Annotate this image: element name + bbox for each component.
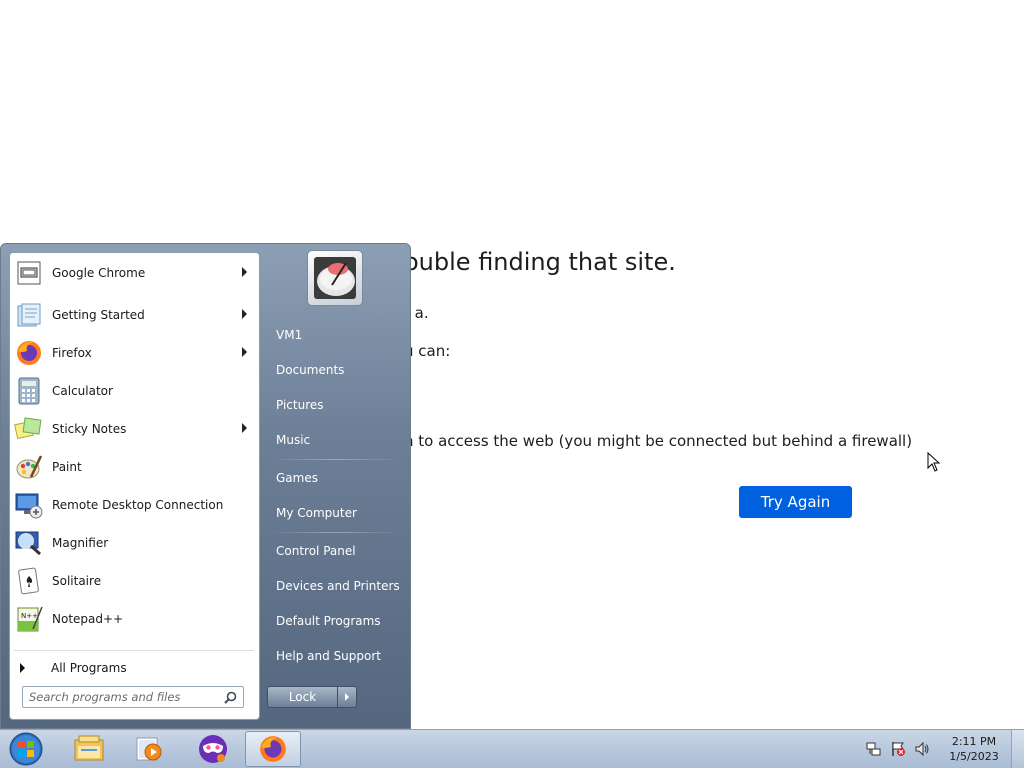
place-item-my-computer[interactable]: My Computer bbox=[276, 506, 357, 520]
show-desktop-button[interactable] bbox=[1011, 730, 1024, 768]
remote-desktop-icon bbox=[14, 490, 44, 520]
place-item-games[interactable]: Games bbox=[276, 471, 318, 485]
search-box[interactable] bbox=[22, 686, 244, 708]
volume-icon[interactable] bbox=[914, 741, 930, 757]
error-page-title: ouble finding that site. bbox=[404, 248, 676, 276]
submenu-arrow-icon bbox=[242, 309, 247, 319]
start-button[interactable] bbox=[6, 730, 46, 768]
place-item-documents[interactable]: Documents bbox=[276, 363, 344, 377]
calculator-icon bbox=[14, 376, 44, 406]
program-item-label: Solitaire bbox=[52, 574, 102, 588]
place-item-help-and-support[interactable]: Help and Support bbox=[276, 649, 381, 663]
taskbar: 2:11 PM 1/5/2023 bbox=[0, 729, 1024, 768]
program-item-firefox[interactable]: Firefox bbox=[14, 336, 257, 370]
program-item-label: Remote Desktop Connection bbox=[52, 498, 224, 512]
program-item-label: Notepad++ bbox=[52, 612, 124, 626]
action-center-flag-icon[interactable] bbox=[890, 741, 906, 757]
firefox-icon bbox=[14, 338, 44, 368]
system-clock[interactable]: 2:11 PM 1/5/2023 bbox=[936, 734, 1012, 764]
search-icon[interactable] bbox=[224, 691, 237, 704]
clock-date: 1/5/2023 bbox=[949, 750, 999, 763]
media-player-icon bbox=[136, 737, 162, 761]
taskbar-firefox[interactable] bbox=[245, 731, 301, 767]
clock-time: 2:11 PM bbox=[951, 735, 997, 748]
magnifier-icon bbox=[14, 528, 44, 558]
program-item-label: Magnifier bbox=[52, 536, 109, 550]
submenu-arrow-icon bbox=[242, 423, 247, 433]
program-item-google-chrome[interactable]: Google Chrome bbox=[14, 256, 257, 290]
place-item-default-programs[interactable]: Default Programs bbox=[276, 614, 381, 628]
divider bbox=[269, 532, 401, 533]
all-programs-item[interactable]: All Programs bbox=[20, 655, 250, 681]
firefox-icon bbox=[260, 736, 286, 762]
place-item-user[interactable]: VM1 bbox=[276, 328, 302, 342]
try-again-button[interactable]: Try Again bbox=[739, 486, 852, 518]
program-item-label: Firefox bbox=[52, 346, 92, 360]
program-item-label: Paint bbox=[52, 460, 82, 474]
place-item-music[interactable]: Music bbox=[276, 433, 310, 447]
start-menu-programs-pane: Google Chrome Getting Started Firefox Ca… bbox=[9, 252, 260, 720]
program-item-solitaire[interactable]: Solitaire bbox=[14, 564, 257, 598]
masked-app-icon bbox=[199, 735, 227, 763]
shutdown-options-button[interactable] bbox=[337, 686, 357, 708]
notepad-plus-plus-icon: N++ bbox=[14, 604, 44, 634]
program-item-remote-desktop-connection[interactable]: Remote Desktop Connection bbox=[14, 488, 257, 522]
network-icon[interactable] bbox=[866, 741, 882, 757]
program-item-paint[interactable]: Paint bbox=[14, 450, 257, 484]
user-avatar-icon bbox=[314, 257, 356, 299]
program-item-calculator[interactable]: Calculator bbox=[14, 374, 257, 408]
user-picture[interactable] bbox=[307, 250, 363, 306]
place-item-pictures[interactable]: Pictures bbox=[276, 398, 324, 412]
taskbar-windows-explorer[interactable] bbox=[61, 731, 117, 767]
program-item-label: Calculator bbox=[52, 384, 113, 398]
taskbar-media-player[interactable] bbox=[121, 731, 177, 767]
divider bbox=[269, 459, 401, 460]
submenu-arrow-icon bbox=[242, 347, 247, 357]
all-programs-label: All Programs bbox=[51, 661, 127, 675]
place-item-devices-and-printers[interactable]: Devices and Printers bbox=[276, 579, 400, 593]
place-item-control-panel[interactable]: Control Panel bbox=[276, 544, 356, 558]
divider bbox=[14, 650, 254, 651]
program-item-label: Sticky Notes bbox=[52, 422, 127, 436]
getting-started-icon bbox=[14, 300, 44, 330]
sticky-notes-icon bbox=[14, 414, 44, 444]
chrome-icon bbox=[14, 258, 44, 288]
paint-icon bbox=[14, 452, 44, 482]
program-item-sticky-notes[interactable]: Sticky Notes bbox=[14, 412, 257, 446]
start-menu: Google Chrome Getting Started Firefox Ca… bbox=[0, 243, 411, 729]
windows-explorer-icon bbox=[74, 735, 104, 761]
search-input[interactable] bbox=[23, 689, 221, 705]
mouse-cursor-icon bbox=[927, 452, 941, 472]
lock-button[interactable]: Lock bbox=[267, 686, 337, 708]
program-item-magnifier[interactable]: Magnifier bbox=[14, 526, 257, 560]
program-item-getting-started[interactable]: Getting Started bbox=[14, 298, 257, 332]
solitaire-icon bbox=[14, 566, 44, 596]
submenu-arrow-icon bbox=[242, 267, 247, 277]
taskbar-masked-app[interactable] bbox=[185, 731, 241, 767]
chevron-right-icon bbox=[345, 693, 349, 701]
program-item-notepad-plus-plus[interactable]: N++ Notepad++ bbox=[14, 602, 257, 636]
program-item-label: Getting Started bbox=[52, 308, 145, 322]
svg-text:N++: N++ bbox=[21, 612, 38, 620]
windows-logo-icon bbox=[9, 732, 43, 766]
expand-arrow-icon bbox=[20, 663, 25, 673]
program-item-label: Google Chrome bbox=[52, 266, 146, 280]
error-page-text: n to access the web (you might be connec… bbox=[404, 432, 913, 450]
